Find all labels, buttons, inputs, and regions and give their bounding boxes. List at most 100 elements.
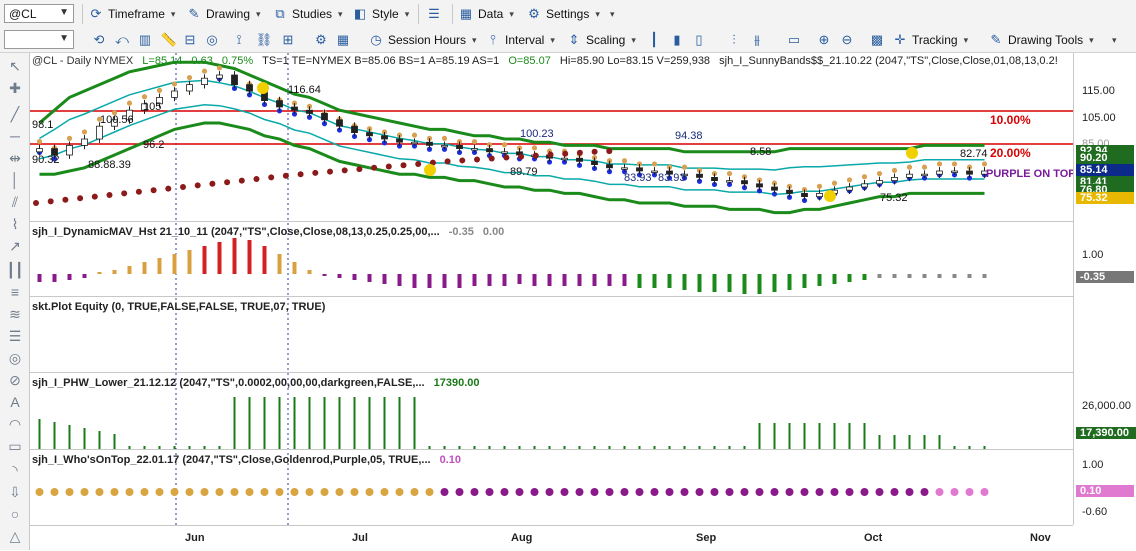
crosshair-icon[interactable]: ✚ bbox=[6, 79, 24, 97]
cycle-icon[interactable]: ⊘ bbox=[6, 371, 24, 389]
hl-icon[interactable]: ⫵ bbox=[748, 31, 766, 49]
chevron-down-icon: ▾ bbox=[472, 34, 477, 45]
pen-icon[interactable]: ◝ bbox=[6, 461, 24, 479]
candle-body bbox=[876, 180, 883, 185]
whos-on-top-dot bbox=[335, 488, 344, 496]
settings-button[interactable]: ⚙ Settings ▾ bbox=[526, 4, 600, 24]
channel-icon[interactable]: ⫽ bbox=[6, 193, 24, 211]
data-button[interactable]: ▦ Data ▾ bbox=[458, 4, 514, 24]
grid-lines-icon[interactable]: ≡ bbox=[6, 283, 24, 301]
wot-tick: -0.60 bbox=[1082, 506, 1108, 518]
hline-arrows-icon[interactable]: ⇹ bbox=[6, 149, 24, 167]
mav-histogram-bar bbox=[967, 274, 972, 278]
down-arrow-icon[interactable]: ⇩ bbox=[6, 483, 24, 501]
line-style-icon[interactable]: ▭ bbox=[785, 31, 803, 49]
zoom-out-icon[interactable]: ⊖ bbox=[838, 31, 856, 49]
price-annotation: 100.56 bbox=[100, 114, 134, 126]
session-hours-button[interactable]: ◷ Session Hours ▾ bbox=[368, 30, 477, 50]
tracking-button[interactable]: ✛ Tracking ▾ bbox=[892, 30, 969, 50]
triangle-icon[interactable]: △ bbox=[6, 527, 24, 545]
phw-bar bbox=[278, 397, 281, 449]
vertical-line-icon[interactable]: │ bbox=[6, 171, 24, 189]
workspace-combo[interactable]: ▼ bbox=[4, 30, 74, 49]
trendline-icon[interactable]: ╱ bbox=[6, 105, 24, 123]
mav-dot-orange bbox=[126, 100, 133, 106]
phw-bar bbox=[938, 435, 941, 449]
mav-histogram-bar bbox=[127, 266, 132, 274]
candle-body bbox=[921, 173, 928, 177]
chart-grid-icon[interactable]: ▦ bbox=[334, 31, 352, 49]
sar-dot bbox=[121, 190, 128, 197]
phw-bar bbox=[233, 397, 236, 449]
pencil-icon: ✎ bbox=[188, 6, 200, 21]
ruler-ticks-icon[interactable]: ⊞ bbox=[279, 31, 297, 49]
circle-icon[interactable]: ○ bbox=[6, 505, 24, 523]
settings-small-icon[interactable]: ⚙ bbox=[312, 31, 330, 49]
ruler-icon[interactable]: 📏 bbox=[160, 31, 178, 49]
ruler-small-icon[interactable]: ⊟ bbox=[181, 31, 199, 49]
text-icon[interactable]: A bbox=[6, 393, 24, 411]
price-annotation: 89.79 bbox=[510, 166, 538, 178]
candle-body bbox=[696, 173, 703, 178]
fib-icon[interactable]: ⌇ bbox=[6, 215, 24, 233]
chevron-down-icon: ▾ bbox=[1112, 34, 1117, 45]
rectangle-icon[interactable]: ▭ bbox=[6, 437, 24, 455]
candle-body bbox=[861, 183, 868, 188]
bar-style-icon[interactable]: ┃ bbox=[645, 31, 663, 49]
phw-bar bbox=[368, 397, 371, 449]
phw-bar bbox=[83, 428, 86, 449]
toolbar-overflow-button[interactable]: ▾ bbox=[608, 4, 615, 24]
phw-bar bbox=[788, 423, 791, 449]
candle-body bbox=[441, 145, 448, 148]
mav-dot-orange bbox=[861, 174, 868, 180]
candle-body bbox=[501, 151, 508, 154]
speed-lines-icon[interactable]: ≋ bbox=[6, 305, 24, 323]
whos-on-top-title: sjh_I_Who'sOnTop_22.01.17 (2047,"TS",Clo… bbox=[32, 454, 431, 466]
measure-icon[interactable]: ⟟ bbox=[230, 31, 248, 49]
target-icon[interactable]: ◎ bbox=[203, 31, 221, 49]
mav-histogram-bar bbox=[172, 254, 177, 274]
drawing-tools-button[interactable]: ✎ Drawing Tools ▾ bbox=[988, 30, 1094, 50]
price-axis[interactable]: 115.00 105.00 85.00 92.94 90.20 85.14 81… bbox=[1073, 53, 1136, 525]
candle-style-2-icon[interactable]: ▯ bbox=[690, 31, 708, 49]
studies-button[interactable]: ⧉ Studies ▾ bbox=[272, 4, 343, 24]
mav-histogram-bar bbox=[52, 274, 57, 282]
studies-label: Studies bbox=[292, 7, 333, 21]
spiral-icon[interactable]: ◎ bbox=[6, 349, 24, 367]
timeframe-button[interactable]: ⟳ Timeframe ▾ bbox=[88, 4, 176, 24]
candle-style-icon[interactable]: ▮ bbox=[668, 31, 686, 49]
candle-body bbox=[486, 148, 493, 153]
sar-dot bbox=[268, 174, 275, 181]
refresh-icon[interactable]: ⟲ bbox=[90, 31, 108, 49]
pointer-icon[interactable]: ↖ bbox=[6, 57, 24, 75]
list-icon[interactable]: ☰ bbox=[6, 327, 24, 345]
horizontal-line-icon[interactable]: ─ bbox=[6, 127, 24, 145]
phw-lower-label: sjh_I_PHW_Lower_21.12.12 (2047,"TS",0.00… bbox=[32, 377, 480, 389]
bars-icon[interactable]: ┃┃ bbox=[6, 261, 24, 279]
data-window-icon[interactable]: ▩ bbox=[868, 31, 886, 49]
gear-icon: ⚙ bbox=[528, 6, 540, 21]
interval-button[interactable]: ⫯ Interval ▾ bbox=[485, 30, 555, 50]
toolbar2-overflow-button[interactable]: ▾ bbox=[1110, 30, 1117, 50]
mav-dot-orange bbox=[36, 138, 43, 145]
symbol-combo[interactable]: @CL ▼ bbox=[4, 4, 74, 23]
candle-body bbox=[801, 192, 808, 197]
link-icon[interactable]: ⛓ bbox=[255, 31, 273, 49]
mav-histogram-bar bbox=[892, 274, 897, 278]
layout-button[interactable]: ☰ bbox=[426, 4, 442, 24]
candle-body bbox=[381, 135, 388, 140]
chevron-down-icon: ▾ bbox=[338, 8, 343, 19]
style-button[interactable]: ◧ Style ▾ bbox=[352, 4, 409, 24]
arrow-icon[interactable]: ↗ bbox=[6, 237, 24, 255]
chart-bars-icon[interactable]: ▥ bbox=[136, 31, 154, 49]
undo-icon[interactable]: ⤺ bbox=[113, 31, 131, 49]
mav-histogram-bar bbox=[382, 274, 387, 284]
time-axis[interactable]: Jun Jul Aug Sep Oct Nov bbox=[30, 525, 1073, 551]
dynamic-mav-value1: -0.35 bbox=[448, 226, 474, 238]
scaling-button[interactable]: ⇕ Scaling ▾ bbox=[566, 30, 636, 50]
candle-body bbox=[576, 157, 583, 162]
arc-icon[interactable]: ◠ bbox=[6, 415, 24, 433]
drawing-button[interactable]: ✎ Drawing ▾ bbox=[186, 4, 261, 24]
ohlc-icon[interactable]: ⫶ bbox=[725, 31, 743, 49]
zoom-in-icon[interactable]: ⊕ bbox=[815, 31, 833, 49]
